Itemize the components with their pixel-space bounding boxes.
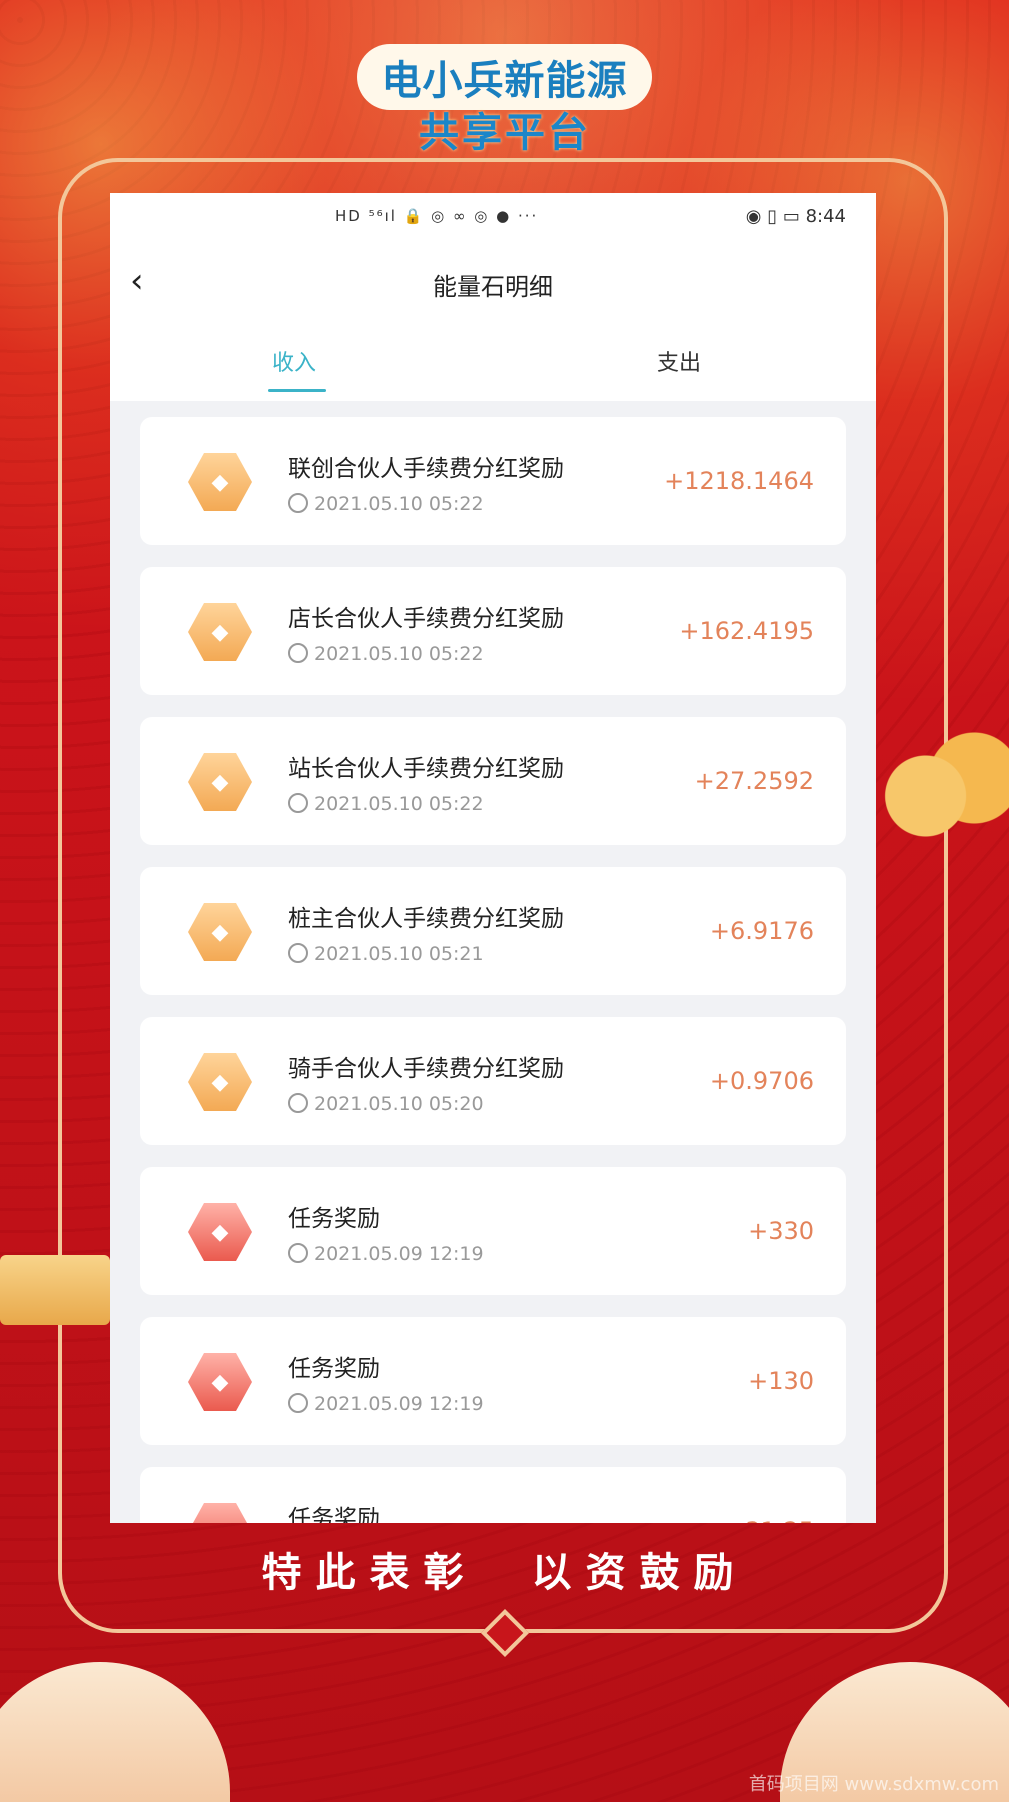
record-card[interactable]: ◆ 骑手合伙人手续费分红奖励 2021.05.10 05:20 +0.9706 <box>140 1017 846 1145</box>
record-title: 任务奖励 <box>288 1206 380 1232</box>
clock-icon <box>288 643 308 663</box>
record-time: 2021.05.10 05:21 <box>288 943 484 965</box>
task-reward-icon: ◆ <box>188 1353 252 1411</box>
brand-subtitle: 共享平台 <box>419 109 591 156</box>
tab-expense[interactable]: 支出 <box>657 345 701 377</box>
record-time: 2021.05.09 12:19 <box>288 1243 484 1265</box>
record-title: 店长合伙人手续费分红奖励 <box>288 606 564 632</box>
record-amount: +27.2592 <box>694 767 814 795</box>
record-amount: +1218.1464 <box>664 467 814 495</box>
record-amount: +162.4195 <box>679 617 814 645</box>
active-tab-indicator <box>268 389 326 392</box>
status-right: ◉ ▯ ▭ 8:44 <box>746 206 846 227</box>
record-amount: +0.9706 <box>709 1067 814 1095</box>
slogan: 特此表彰 以资鼓励 <box>261 1549 748 1596</box>
record-card[interactable]: ◆ 任务奖励 2021.05.09 12:19 +330 <box>140 1167 846 1295</box>
record-time-text: 2021.05.10 05:21 <box>314 943 484 965</box>
record-time: 2021.05.10 05:20 <box>288 1093 484 1115</box>
task-reward-icon: ◆ <box>188 1503 252 1523</box>
record-title: 桩主合伙人手续费分红奖励 <box>288 906 564 932</box>
gold-bar-ornament-left <box>0 1255 110 1325</box>
record-time-text: 2021.05.09 12:19 <box>314 1393 484 1415</box>
record-time: 2021.05.09 12:19 <box>288 1393 484 1415</box>
record-card[interactable]: ◆ 站长合伙人手续费分红奖励 2021.05.10 05:22 +27.2592 <box>140 717 846 845</box>
nav-bar: ‹ 能量石明细 <box>110 243 876 323</box>
record-list: ◆ 联创合伙人手续费分红奖励 2021.05.10 05:22 +1218.1464 ◆… <box>110 401 876 1523</box>
record-amount: +6.9176 <box>709 917 814 945</box>
record-time: 2021.05.10 05:22 <box>288 643 484 665</box>
record-card[interactable]: ◆ 任务奖励 2021.05.09 12:19 +130 <box>140 1317 846 1445</box>
tab-income[interactable]: 收入 <box>272 345 316 377</box>
record-title: 联创合伙人手续费分红奖励 <box>288 456 564 482</box>
page-title: 能量石明细 <box>433 273 553 301</box>
record-amount: +130 <box>748 1367 814 1395</box>
record-amount: +330 <box>748 1217 814 1245</box>
task-reward-icon: ◆ <box>188 1203 252 1261</box>
record-time: 2021.05.10 05:22 <box>288 793 484 815</box>
record-time-text: 2021.05.09 12:19 <box>314 1243 484 1265</box>
record-time-text: 2021.05.10 05:22 <box>314 643 484 665</box>
status-left-icons: HD ⁵⁶ıl 🔒 ◎ ∞ ◎ ● ··· <box>335 207 539 225</box>
clock-icon <box>288 1393 308 1413</box>
record-title: 任务奖励 <box>288 1506 380 1523</box>
record-time-text: 2021.05.10 05:20 <box>314 1093 484 1115</box>
watermark: 首码项目网 www.sdxmw.com <box>748 1774 999 1795</box>
clock-icon <box>288 493 308 513</box>
energy-stone-icon: ◆ <box>188 603 252 661</box>
record-card[interactable]: ◆ 联创合伙人手续费分红奖励 2021.05.10 05:22 +1218.1464 <box>140 417 846 545</box>
record-title: 任务奖励 <box>288 1356 380 1382</box>
status-time: 8:44 <box>805 206 846 227</box>
energy-stone-icon: ◆ <box>188 453 252 511</box>
energy-stone-icon: ◆ <box>188 753 252 811</box>
record-card[interactable]: ◆ 桩主合伙人手续费分红奖励 2021.05.10 05:21 +6.9176 <box>140 867 846 995</box>
clock-icon <box>288 793 308 813</box>
cloud-ornament-right <box>870 730 1009 850</box>
record-title: 骑手合伙人手续费分红奖励 <box>288 1056 564 1082</box>
status-bar: HD ⁵⁶ıl 🔒 ◎ ∞ ◎ ● ··· ◉ ▯ ▭ 8:44 <box>110 193 876 243</box>
record-time: 2021.05.10 05:22 <box>288 493 484 515</box>
energy-stone-icon: ◆ <box>188 903 252 961</box>
record-card[interactable]: ◆ 任务奖励 +31.25 <box>140 1467 846 1523</box>
status-right-icons: ◉ ▯ ▭ <box>745 206 800 227</box>
record-time-text: 2021.05.10 05:22 <box>314 493 484 515</box>
clock-icon <box>288 1093 308 1113</box>
record-title: 站长合伙人手续费分红奖励 <box>288 756 564 782</box>
clock-icon <box>288 1243 308 1263</box>
record-time-text: 2021.05.10 05:22 <box>314 793 484 815</box>
tab-bar: 收入 支出 <box>110 323 876 401</box>
energy-stone-icon: ◆ <box>188 1053 252 1111</box>
clock-icon <box>288 943 308 963</box>
record-card[interactable]: ◆ 店长合伙人手续费分红奖励 2021.05.10 05:22 +162.4195 <box>140 567 846 695</box>
record-amount: +31.25 <box>725 1517 814 1523</box>
phone-screenshot: HD ⁵⁶ıl 🔒 ◎ ∞ ◎ ● ··· ◉ ▯ ▭ 8:44 ‹ 能量石明细… <box>110 193 876 1523</box>
